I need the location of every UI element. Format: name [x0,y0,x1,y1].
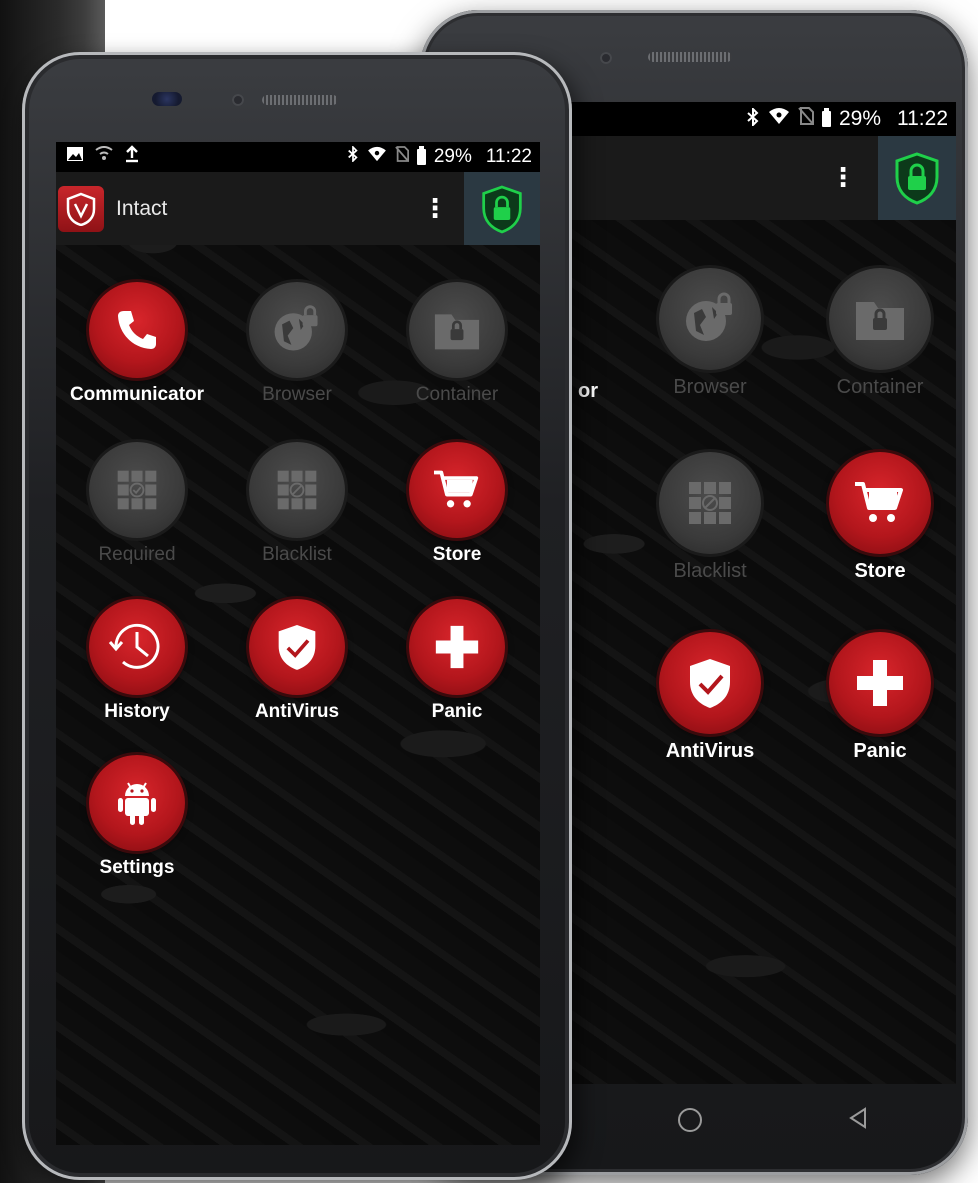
app-label: Required [98,544,176,565]
grid-check-icon [89,442,185,538]
front-phone-screen: 29% 11:22 Intact ⋮ Communicator Browser … [56,142,540,1145]
app-store[interactable]: Store [377,442,537,566]
app-label: Blacklist [673,560,747,582]
app-panic[interactable]: Panic [377,599,537,723]
app-required[interactable]: Required [57,442,217,566]
battery-icon [821,108,831,127]
plus-icon [829,632,931,734]
bluetooth-icon [347,145,359,168]
globe-lock-icon [659,268,761,370]
bluetooth-icon [746,106,760,131]
earpiece-speaker [262,95,338,105]
battery-percent: 29% [838,107,881,130]
globe-lock-icon [249,282,345,378]
folder-lock-icon [409,282,505,378]
folder-lock-icon [829,268,931,370]
app-antivirus[interactable]: AntiVirus [630,632,790,763]
phone-icon [89,282,185,378]
app-label: AntiVirus [254,701,340,722]
cart-icon [409,442,505,538]
proximity-sensor [152,92,182,106]
app-container[interactable]: Container [800,268,956,399]
app-browser[interactable]: Browser [217,282,377,406]
lock-status-button[interactable] [878,136,956,220]
shield-lock-icon [482,185,522,233]
plus-icon [409,599,505,695]
app-label: Browser [262,384,332,405]
grid-block-icon [659,452,761,554]
intact-logo-icon [58,185,104,232]
upload-icon [124,145,140,169]
android-icon [89,755,185,851]
earpiece-speaker [648,52,732,62]
app-settings[interactable]: Settings [57,755,217,879]
app-antivirus[interactable]: AntiVirus [217,599,377,723]
shield-check-icon [659,632,761,734]
app-label: Blacklist [262,544,332,565]
app-history[interactable]: History [57,599,217,723]
home-button[interactable] [678,1108,702,1132]
battery-percent: 29% [433,146,472,167]
app-label: AntiVirus [665,740,755,762]
cart-icon [829,452,931,554]
app-label: Container [836,376,924,398]
app-label: Communicator [69,384,205,405]
front-phone: 29% 11:22 Intact ⋮ Communicator Browser … [22,52,572,1180]
app-blacklist[interactable]: Blacklist [217,442,377,566]
app-label: Container [415,384,499,405]
app-label: Store [432,544,482,565]
wifi-icon [367,146,387,168]
app-store[interactable]: Store [800,452,956,583]
app-communicator[interactable]: Communicator [57,282,217,406]
app-container[interactable]: Container [377,282,537,406]
clock-history-icon [89,599,185,695]
image-icon [66,146,84,168]
clock: 11:22 [485,146,532,167]
lock-status-button[interactable] [464,172,540,245]
app-label: Panic [431,701,483,722]
front-camera [600,52,612,64]
app-browser[interactable]: Browser [630,268,790,399]
clock: 11:22 [897,107,948,130]
no-sim-icon [798,107,814,131]
app-label: Panic [853,740,907,762]
app-label: Settings [99,857,175,878]
back-button[interactable] [848,1107,868,1133]
battery-icon [416,146,426,165]
status-bar: 29% 11:22 [56,142,540,172]
shield-check-icon [249,599,345,695]
shield-lock-icon [895,152,939,205]
app-label: Browser [673,376,747,398]
grid-block-icon [249,442,345,538]
wifi-calling-icon [94,146,114,168]
more-vert-icon[interactable]: ⋮ [828,163,858,193]
app-panic[interactable]: Panic [800,632,956,763]
app-title: Intact [116,196,168,220]
app-label: Store [854,560,906,582]
no-sim-icon [395,146,409,168]
more-vert-icon[interactable]: ⋮ [420,194,450,224]
app-label: History [104,701,170,722]
toolbar: Intact ⋮ [56,172,540,245]
partial-app-label: or [578,380,598,402]
wifi-icon [768,107,790,131]
app-blacklist[interactable]: Blacklist [630,452,790,583]
front-camera [232,94,244,106]
